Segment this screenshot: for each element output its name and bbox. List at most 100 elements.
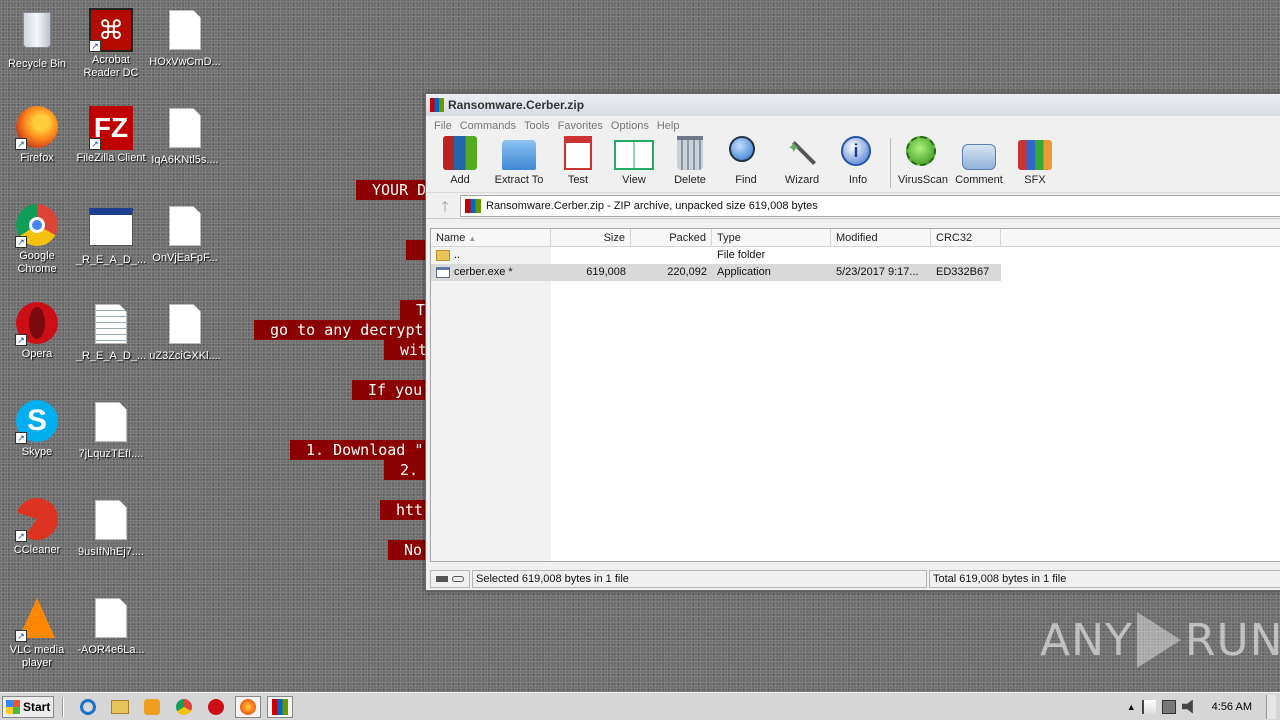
toolbar-label: Info — [848, 174, 868, 186]
desktop-icon-read-txt[interactable]: _R_E_A_D_... — [74, 302, 148, 363]
menu-favorites[interactable]: Favorites — [554, 120, 607, 132]
show-hidden-icons[interactable]: ▲ — [1127, 702, 1136, 712]
desktop-icon-label: Firefox — [20, 152, 54, 164]
book-icon — [614, 140, 654, 170]
view-button[interactable]: View — [606, 136, 662, 192]
menu-commands[interactable]: Commands — [456, 120, 520, 132]
virus-icon — [906, 136, 940, 170]
network-icon[interactable] — [1161, 699, 1176, 714]
column-header-modified[interactable]: Modified — [831, 229, 931, 247]
address-bar: 🡑 Ransomware.Cerber.zip - ZIP archive, u… — [426, 193, 1280, 219]
info-button[interactable]: i Info — [830, 136, 886, 192]
key-icon[interactable] — [452, 576, 464, 582]
drive-icon[interactable] — [436, 576, 448, 582]
desktop-icon-read-hta[interactable]: _R_E_A_D_... — [74, 204, 148, 267]
desktop-icon-file-hoxv[interactable]: HOxVwCmD... — [148, 8, 222, 69]
column-header-crc32[interactable]: CRC32 — [931, 229, 1001, 247]
file-icon — [89, 598, 133, 642]
desktop-icon-label: CCleaner — [13, 544, 61, 556]
desktop-icon-skype[interactable]: S ↗ Skype — [0, 400, 74, 459]
ccleaner-icon: ↗ — [15, 498, 59, 542]
desktop-icon-label: 9usIfNhEj7.... — [77, 546, 145, 558]
add-archive-icon — [443, 136, 477, 170]
desktop-icon-recycle-bin[interactable]: Recycle Bin — [0, 8, 74, 71]
desktop-icon-label: Skype — [21, 446, 53, 458]
menu-tools[interactable]: Tools — [520, 120, 554, 132]
taskbar-explorer[interactable] — [107, 696, 133, 718]
desktop-icon-ccleaner[interactable]: ↗ CCleaner — [0, 498, 74, 557]
column-header-packed[interactable]: Packed — [631, 229, 712, 247]
menu-help[interactable]: Help — [653, 120, 684, 132]
ransom-line: go to any decrypt — [254, 320, 436, 340]
desktop-icon-file-onvj[interactable]: OnVjEaFpF... — [148, 204, 222, 265]
menu-options[interactable]: Options — [607, 120, 653, 132]
taskbar-opera[interactable] — [203, 696, 229, 718]
hta-icon — [89, 208, 133, 252]
desktop-icon-label: IqA6KNtl5s.... — [151, 154, 219, 166]
toolbar-label: SFX — [1024, 174, 1046, 186]
sfx-icon — [1018, 140, 1052, 170]
desktop-icon-label: FileZilla Client — [76, 152, 146, 164]
up-arrow-icon[interactable]: 🡑 — [430, 196, 460, 216]
table-row[interactable]: cerber.exe * 619,008 220,092 Application… — [431, 264, 1001, 281]
system-tray: ▲ 4:56 AM — [1127, 694, 1280, 719]
desktop-icon-file-9usi[interactable]: 9usIfNhEj7.... — [74, 498, 148, 559]
add-button[interactable]: Add — [432, 136, 488, 192]
file-list[interactable]: Name ▲ Size Packed Type Modified CRC32 .… — [430, 228, 1280, 562]
desktop-icon-label: _R_E_A_D_... — [75, 254, 147, 266]
folder-icon — [111, 699, 129, 714]
taskbar-chrome[interactable] — [171, 696, 197, 718]
delete-button[interactable]: Delete — [662, 136, 718, 192]
comment-button[interactable]: Comment — [951, 140, 1007, 192]
winrar-window[interactable]: Ransomware.Cerber.zip File Commands Tool… — [425, 93, 1280, 591]
show-desktop-button[interactable] — [1266, 694, 1276, 719]
address-field[interactable]: Ransomware.Cerber.zip - ZIP archive, unp… — [460, 194, 1280, 217]
desktop-icon-chrome[interactable]: ↗ Google Chrome — [0, 204, 74, 276]
toolbar-label: VirusScan — [898, 174, 948, 186]
desktop-icon-firefox[interactable]: ↗ Firefox — [0, 106, 74, 165]
virusscan-button[interactable]: VirusScan — [895, 136, 951, 192]
desktop-icon-label: -AOR4e6La... — [77, 644, 145, 656]
desktop-icon-acrobat[interactable]: ⌘ ↗ Acrobat Reader DC — [74, 8, 148, 80]
desktop-icon-vlc[interactable]: ↗ VLC media player — [0, 596, 74, 670]
extract-to-button[interactable]: Extract To — [488, 136, 550, 192]
desktop-icon-opera[interactable]: ↗ Opera — [0, 302, 74, 361]
status-selected: Selected 619,008 bytes in 1 file — [472, 570, 927, 588]
desktop-icon-file-iqa6[interactable]: IqA6KNtl5s.... — [148, 106, 222, 167]
desktop-icon-label: Google Chrome — [17, 250, 57, 275]
internet-explorer-icon — [80, 698, 96, 715]
column-header-type[interactable]: Type — [712, 229, 831, 247]
address-text: Ransomware.Cerber.zip - ZIP archive, unp… — [486, 199, 818, 212]
toolbar-label: Extract To — [494, 174, 544, 186]
desktop-icon-label: 7jLquzTEfI.... — [78, 448, 144, 460]
application-icon — [436, 267, 450, 278]
trash-icon — [677, 136, 703, 170]
column-header-name[interactable]: Name ▲ — [431, 229, 551, 247]
find-button[interactable]: Find — [718, 136, 774, 192]
recycle-bin-icon — [15, 12, 59, 56]
menu-file[interactable]: File — [430, 120, 456, 132]
taskbar-winrar[interactable] — [267, 695, 293, 718]
zip-archive-icon — [465, 198, 481, 213]
desktop-icon-file-uz3z[interactable]: uZ3ZciGXKl.... — [148, 302, 222, 363]
clock[interactable]: 4:56 AM — [1212, 701, 1252, 713]
taskbar-ie[interactable] — [75, 696, 101, 718]
desktop-icon-file-7jlq[interactable]: 7jLquzTEfI.... — [74, 400, 148, 461]
desktop-icon-file-aor4[interactable]: -AOR4e6La... — [74, 596, 148, 657]
wizard-button[interactable]: ✦ Wizard — [774, 136, 830, 192]
comment-icon — [962, 144, 996, 170]
toolbar: Add Extract To Test View Delete Find ✦ W… — [426, 135, 1280, 193]
firefox-icon: ↗ — [15, 106, 59, 150]
desktop-icon-filezilla[interactable]: FZ ↗ FileZilla Client — [74, 106, 148, 165]
table-row[interactable]: .. File folder — [431, 247, 1280, 264]
test-button[interactable]: Test — [550, 136, 606, 192]
title-bar[interactable]: Ransomware.Cerber.zip — [426, 94, 1280, 116]
taskbar-media-player[interactable] — [139, 696, 165, 718]
sfx-button[interactable]: SFX — [1007, 136, 1063, 192]
flag-icon[interactable] — [1141, 699, 1156, 714]
wand-icon: ✦ — [785, 136, 819, 170]
column-header-size[interactable]: Size — [551, 229, 631, 247]
taskbar-firefox[interactable] — [235, 695, 261, 718]
speaker-icon[interactable] — [1181, 699, 1193, 714]
start-button[interactable]: Start — [2, 695, 54, 718]
